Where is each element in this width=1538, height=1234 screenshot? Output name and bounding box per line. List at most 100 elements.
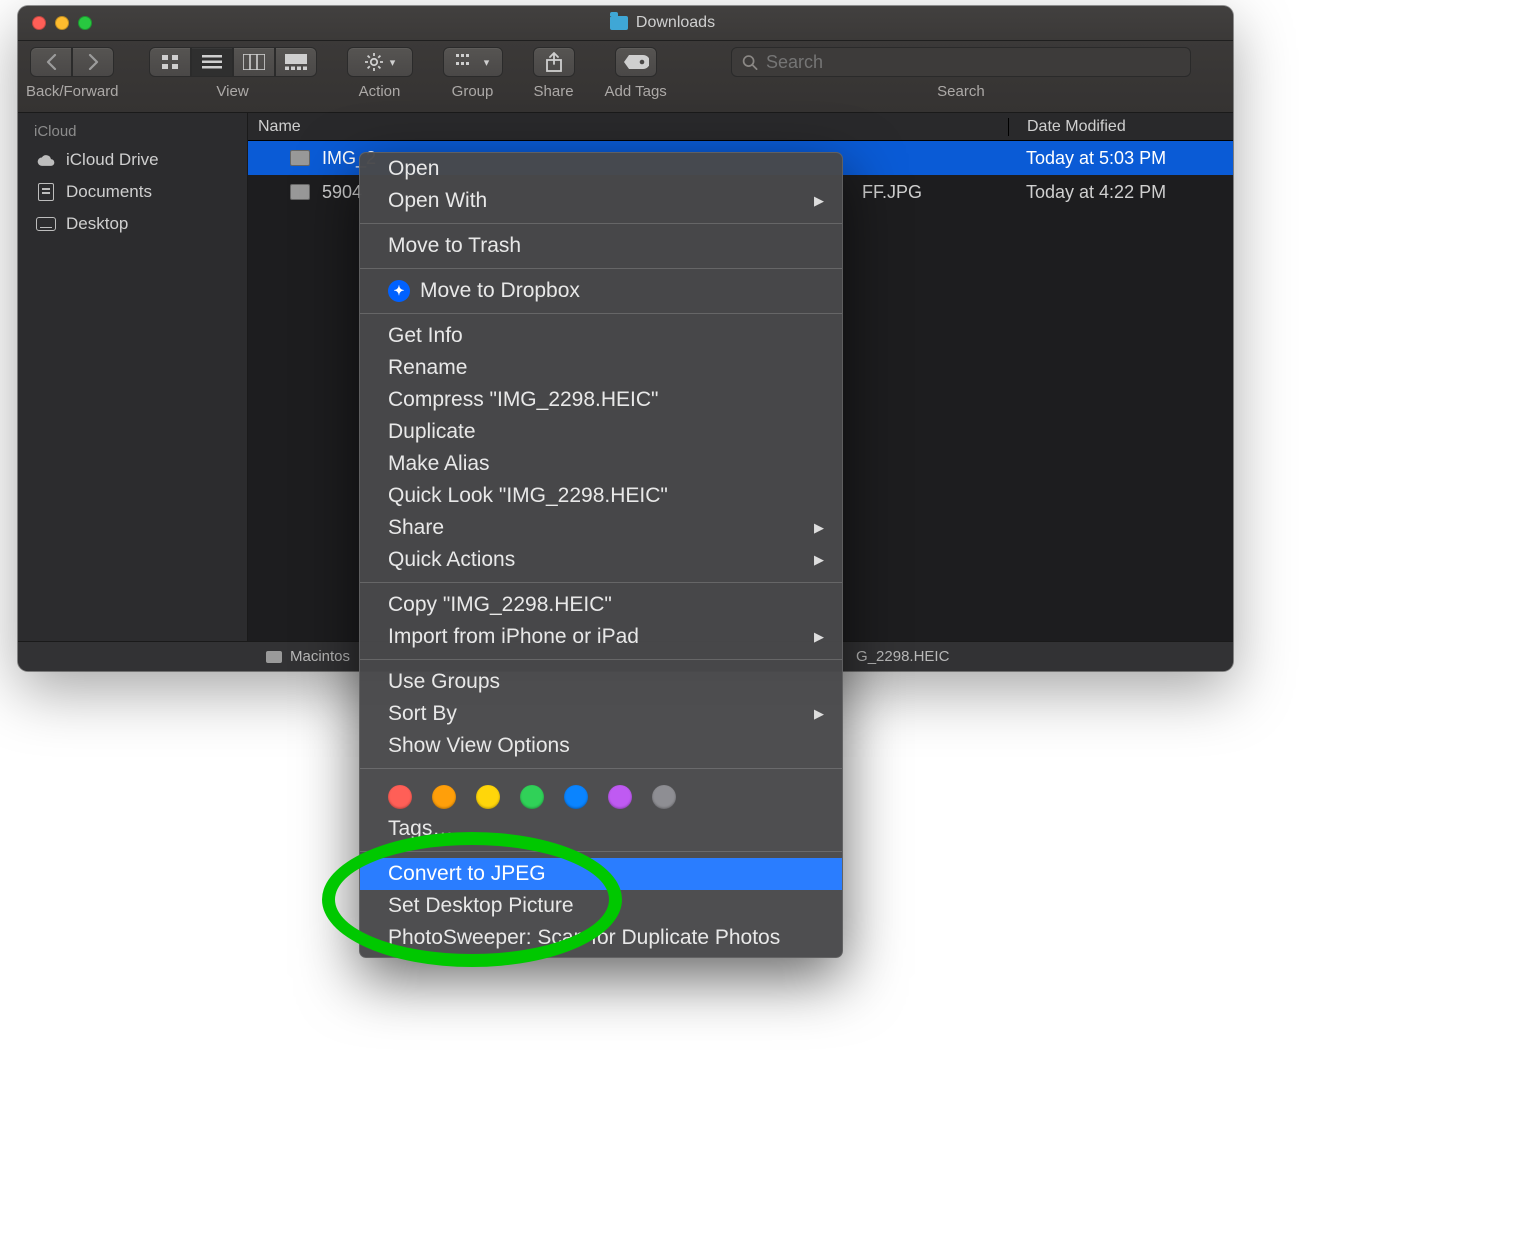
- tag-icon: [623, 54, 649, 70]
- dropbox-icon: ✦: [388, 280, 410, 302]
- tag-orange[interactable]: [432, 785, 456, 809]
- context-menu: Open Open With Move to Trash ✦ Move to D…: [359, 152, 843, 958]
- close-window-button[interactable]: [32, 16, 46, 30]
- icon-view-button[interactable]: [149, 47, 191, 77]
- menu-rename[interactable]: Rename: [360, 352, 842, 384]
- list-view-button[interactable]: [191, 47, 233, 77]
- chevron-right-icon: [88, 54, 99, 70]
- list-icon: [202, 55, 222, 69]
- back-forward-group: Back/Forward: [26, 47, 119, 100]
- search-icon: [742, 54, 758, 71]
- group-group: ▾ Group: [443, 47, 503, 100]
- back-button[interactable]: [30, 47, 72, 77]
- share-label: Share: [534, 83, 574, 100]
- file-thumbnail-icon: [290, 150, 310, 166]
- tag-blue[interactable]: [564, 785, 588, 809]
- sidebar-section-header: iCloud: [18, 119, 247, 144]
- gallery-view-button[interactable]: [275, 47, 317, 77]
- sidebar-item-desktop[interactable]: Desktop: [18, 208, 247, 240]
- menu-open[interactable]: Open: [360, 153, 842, 185]
- menu-separator: [360, 268, 842, 269]
- sidebar-item-icloud-drive[interactable]: iCloud Drive: [18, 144, 247, 176]
- window-title-text: Downloads: [636, 14, 715, 32]
- forward-button[interactable]: [72, 47, 114, 77]
- chevron-down-icon: ▾: [484, 56, 490, 69]
- columns-icon: [243, 54, 265, 70]
- action-button[interactable]: ▾: [347, 47, 413, 77]
- back-forward-label: Back/Forward: [26, 83, 119, 100]
- menu-set-desktop-picture[interactable]: Set Desktop Picture: [360, 890, 842, 922]
- menu-separator: [360, 223, 842, 224]
- menu-separator: [360, 768, 842, 769]
- search-label: Search: [937, 83, 985, 100]
- cloud-icon: [36, 152, 56, 168]
- menu-separator: [360, 313, 842, 314]
- search-group: Search: [697, 47, 1225, 100]
- menu-get-info[interactable]: Get Info: [360, 320, 842, 352]
- menu-duplicate[interactable]: Duplicate: [360, 416, 842, 448]
- minimize-window-button[interactable]: [55, 16, 69, 30]
- view-group: View: [149, 47, 317, 100]
- window-title: Downloads: [92, 14, 1233, 32]
- menu-convert-to-jpeg[interactable]: Convert to JPEG: [360, 858, 842, 890]
- menu-tag-colors: [360, 775, 842, 813]
- menu-make-alias[interactable]: Make Alias: [360, 448, 842, 480]
- group-icon: [456, 54, 478, 70]
- sidebar: iCloud iCloud Drive Documents Desktop: [18, 113, 248, 641]
- titlebar: Downloads: [18, 6, 1233, 41]
- zoom-window-button[interactable]: [78, 16, 92, 30]
- window-controls: [32, 16, 92, 30]
- menu-open-with[interactable]: Open With: [360, 185, 842, 217]
- addtags-button[interactable]: [615, 47, 657, 77]
- search-field[interactable]: [731, 47, 1191, 77]
- folder-icon: [610, 16, 628, 30]
- menu-move-to-dropbox[interactable]: ✦ Move to Dropbox: [360, 275, 842, 307]
- gallery-icon: [285, 54, 307, 70]
- chevron-down-icon: ▾: [390, 56, 396, 69]
- menu-quick-actions[interactable]: Quick Actions: [360, 544, 842, 576]
- path-file[interactable]: G_2298.HEIC: [856, 648, 949, 665]
- column-headers: Name Date Modified: [248, 113, 1233, 141]
- desktop-icon: [36, 216, 56, 232]
- menu-separator: [360, 659, 842, 660]
- addtags-label: Add Tags: [605, 83, 667, 100]
- menu-photosweeper[interactable]: PhotoSweeper: Scan for Duplicate Photos: [360, 922, 842, 954]
- tag-purple[interactable]: [608, 785, 632, 809]
- menu-compress[interactable]: Compress "IMG_2298.HEIC": [360, 384, 842, 416]
- menu-import-iphone[interactable]: Import from iPhone or iPad: [360, 621, 842, 653]
- share-button[interactable]: [533, 47, 575, 77]
- tag-red[interactable]: [388, 785, 412, 809]
- sidebar-item-documents[interactable]: Documents: [18, 176, 247, 208]
- share-icon: [545, 52, 563, 72]
- document-icon: [36, 184, 56, 200]
- menu-view-options[interactable]: Show View Options: [360, 730, 842, 762]
- file-date: Today at 5:03 PM: [1008, 148, 1233, 169]
- tag-yellow[interactable]: [476, 785, 500, 809]
- menu-share[interactable]: Share: [360, 512, 842, 544]
- column-name-header[interactable]: Name: [248, 118, 1008, 136]
- file-date: Today at 4:22 PM: [1008, 182, 1233, 203]
- menu-copy[interactable]: Copy "IMG_2298.HEIC": [360, 589, 842, 621]
- file-thumbnail-icon: [290, 184, 310, 200]
- column-view-button[interactable]: [233, 47, 275, 77]
- group-button[interactable]: ▾: [443, 47, 503, 77]
- view-label: View: [216, 83, 248, 100]
- toolbar: Back/Forward View: [18, 41, 1233, 113]
- path-disk[interactable]: Macintos: [290, 648, 350, 665]
- sidebar-item-label: iCloud Drive: [66, 150, 159, 170]
- share-group: Share: [533, 47, 575, 100]
- addtags-group: Add Tags: [605, 47, 667, 100]
- menu-move-to-trash[interactable]: Move to Trash: [360, 230, 842, 262]
- search-input[interactable]: [766, 52, 1180, 73]
- gear-icon: [364, 52, 384, 72]
- sidebar-item-label: Desktop: [66, 214, 128, 234]
- menu-quick-look[interactable]: Quick Look "IMG_2298.HEIC": [360, 480, 842, 512]
- menu-separator: [360, 582, 842, 583]
- disk-icon: [266, 651, 282, 663]
- tag-gray[interactable]: [652, 785, 676, 809]
- tag-green[interactable]: [520, 785, 544, 809]
- menu-tags[interactable]: Tags…: [360, 813, 842, 845]
- column-date-header[interactable]: Date Modified: [1008, 118, 1233, 136]
- menu-sort-by[interactable]: Sort By: [360, 698, 842, 730]
- menu-use-groups[interactable]: Use Groups: [360, 666, 842, 698]
